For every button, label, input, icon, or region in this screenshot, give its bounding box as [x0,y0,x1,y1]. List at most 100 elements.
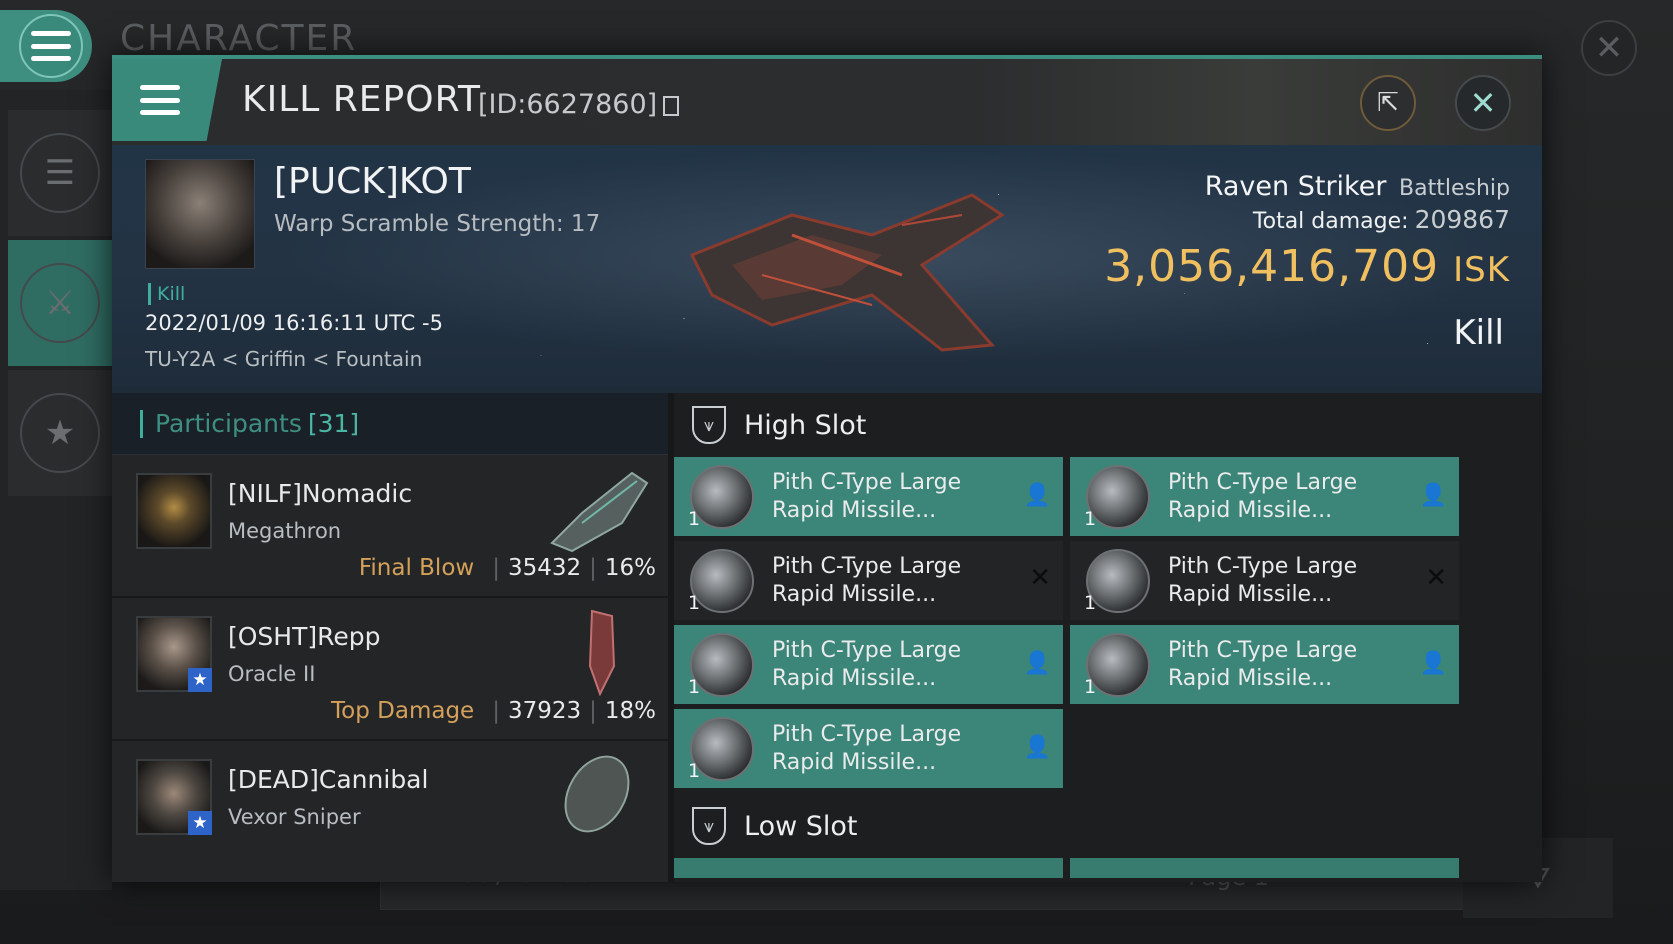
bg-close-icon[interactable]: ✕ [1581,20,1637,76]
star-icon: ★ [188,811,212,835]
module-item[interactable] [674,858,1063,878]
kill-id-text: [ID:6627860] [478,89,658,120]
victim-ship-image[interactable] [672,175,1032,365]
module-item[interactable]: 1 Pith C-Type Large Rapid Missile... ✕ [1070,541,1459,620]
participant-ship-image [588,609,616,696]
person-icon: 👤 [1023,651,1051,676]
top-damage-tag: Top Damage [331,698,475,724]
star-icon: ★ [188,668,212,692]
module-name: Pith C-Type Large Rapid Missile... [772,470,962,523]
participant-row[interactable]: [NILF]Nomadic Megathron Final Blow | 35432… [112,455,668,598]
participant-ship: Megathron [228,519,342,543]
module-quantity: 1 [1084,508,1097,530]
module-quantity: 1 [1084,592,1097,614]
bg-title: CHARACTER [120,18,358,59]
kill-report-dialog: KILL REPORT [ID:6627860] ⇱ ✕ [PUCK]KOT W… [112,55,1542,882]
victim-subtitle: Warp Scramble Strength: 17 [274,211,601,237]
participants-panel: Participants [31] [NILF]Nomadic Megathro… [112,393,668,882]
participant-percent: 18% [604,698,656,724]
module-item[interactable]: 1 Pith C-Type Large Rapid Missile... 👤 [1070,625,1459,704]
menu-icon [19,14,83,78]
module-name: Pith C-Type Large Rapid Missile... [772,722,962,775]
ship-class: Battleship [1399,176,1510,201]
star-icon: ★ [20,393,100,473]
kill-tag: Kill [148,283,185,305]
total-damage: Total damage: 209867 [1253,205,1510,234]
fitting-panel: ⩛ High Slot 1 Pith C-Type Large Rapid Mis… [668,393,1542,882]
dialog-menu-button[interactable] [112,59,222,141]
hamburger-icon [140,85,180,115]
kill-location: TU-Y2A < Griffin < Fountain [145,347,423,371]
result-label: Kill [1453,313,1504,353]
module-quantity: 1 [688,508,701,530]
module-item[interactable]: 1 Pith C-Type Large Rapid Missile... 👤 [674,625,1063,704]
bg-tab-combat[interactable]: ⚔ [8,240,112,366]
victim-ship-name: Raven Striker Battleship [1205,171,1510,202]
low-slot-title: Low Slot [744,810,858,842]
participants-count: [31] [307,409,360,438]
module-item[interactable]: 1 Pith C-Type Large Rapid Missile... ✕ [674,541,1063,620]
module-item[interactable]: 1 Pith C-Type Large Rapid Missile... 👤 [1070,457,1459,536]
participant-ship-image [564,755,630,833]
participants-label: Participants [155,409,302,438]
copy-icon[interactable] [663,95,680,116]
participant-name: [OSHT]Repp [228,622,381,651]
total-damage-label: Total damage: [1252,209,1409,234]
share-button[interactable]: ⇱ [1360,75,1416,131]
close-button[interactable]: ✕ [1455,75,1511,131]
participant-percent: 16% [604,555,656,581]
dialog-title: KILL REPORT [242,79,481,120]
victim-name: [PUCK]KOT [274,161,471,202]
low-slot-grid [674,858,1542,878]
participant-stats: Final Blow | 35432 | 16% [358,555,656,581]
bg-tab-list[interactable]: ☰ [8,110,112,236]
module-name: Pith C-Type Large Rapid Missile... [1168,470,1358,523]
module-name: Pith C-Type Large Rapid Missile... [1168,638,1358,691]
participant-portrait: ★ [136,616,212,692]
high-slot-title: High Slot [744,409,867,441]
final-blow-tag: Final Blow [358,555,475,581]
module-name: Pith C-Type Large Rapid Missile... [1168,554,1358,607]
isk-amount: 3,056,416,709 [1104,241,1440,292]
high-slot-icon: ⩛ [692,406,726,444]
victim-summary: [PUCK]KOT Warp Scramble Strength: 17 Kil… [112,145,1542,393]
total-damage-value: 209867 [1414,205,1510,234]
participant-ship: Oracle II [228,662,316,686]
module-item[interactable]: 1 Pith C-Type Large Rapid Missile... 👤 [674,457,1063,536]
x-icon: ✕ [1425,563,1447,593]
module-quantity: 1 [688,592,701,614]
participant-ship: Vexor Sniper [228,805,361,829]
bg-sidebar: ☰ ⚔ ★ [0,90,112,890]
isk-value: 3,056,416,709 ISK [1104,241,1510,292]
bg-tab-favorites[interactable]: ★ [8,370,112,496]
participant-damage: 35432 [507,555,582,581]
list-icon: ☰ [20,133,100,213]
bg-menu-button[interactable] [0,10,92,82]
participant-ship-image [550,471,649,553]
isk-unit: ISK [1453,250,1510,290]
victim-portrait[interactable] [145,159,255,269]
person-icon: 👤 [1419,651,1447,676]
crossed-swords-icon: ⚔ [20,263,100,343]
dialog-header: KILL REPORT [ID:6627860] ⇱ ✕ [112,59,1542,145]
module-item[interactable]: 1 Pith C-Type Large Rapid Missile... 👤 [674,709,1063,788]
low-slot-header: ⩛ Low Slot [674,794,1542,858]
participant-stats: Top Damage | 37923 | 18% [331,698,656,724]
person-icon: 👤 [1023,735,1051,760]
module-quantity: 1 [688,760,701,782]
kill-time: 2022/01/09 16:16:11 UTC -5 [145,311,443,335]
participant-name: [DEAD]Cannibal [228,765,429,794]
person-icon: 👤 [1419,483,1447,508]
participant-row[interactable]: ★ [DEAD]Cannibal Vexor Sniper [112,741,668,882]
participant-row[interactable]: ★ [OSHT]Repp Oracle II Top Damage | 37923 |… [112,598,668,741]
participants-header: Participants [31] [112,393,668,455]
participant-portrait: ★ [136,759,212,835]
kill-id[interactable]: [ID:6627860] [478,89,680,120]
module-item[interactable] [1070,858,1459,878]
participant-name: [NILF]Nomadic [228,479,413,508]
person-icon: 👤 [1023,483,1051,508]
low-slot-icon: ⩛ [692,807,726,845]
high-slot-header: ⩛ High Slot [674,393,1542,457]
participant-portrait [136,473,212,549]
module-quantity: 1 [1084,676,1097,698]
